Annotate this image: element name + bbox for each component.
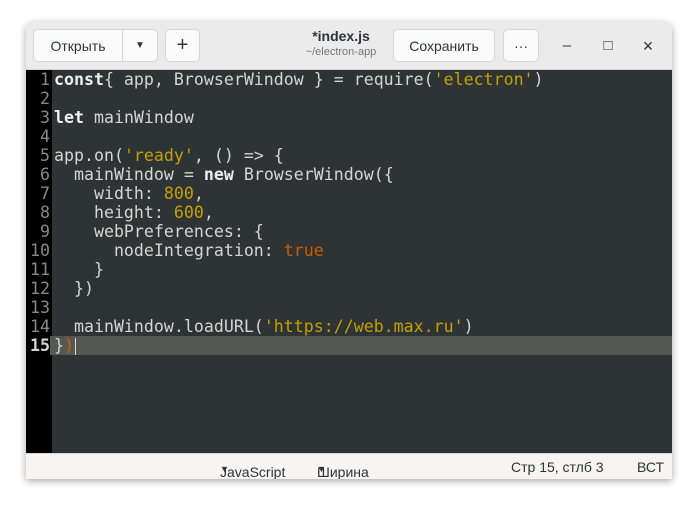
code-token: 'electron' — [433, 70, 534, 89]
code-token: 600 — [173, 203, 204, 222]
header-bar: Открыть ▼ + *index.js ~/electron-app Сох… — [26, 22, 672, 70]
line-number: 7 — [40, 184, 50, 203]
code-text: width: 800, — [54, 184, 204, 203]
code-token: , — [203, 203, 214, 222]
code-line[interactable]: 4 — [26, 127, 672, 146]
code-editor[interactable]: 1 const{ app, BrowserWindow } = require('… — [26, 70, 672, 453]
code-text: }) — [54, 279, 94, 298]
code-token: ) — [463, 317, 474, 336]
line-number: 14 — [30, 317, 50, 336]
code-token: { app, BrowserWindow } = require( — [103, 70, 434, 89]
editor-window: Открыть ▼ + *index.js ~/electron-app Сох… — [26, 22, 672, 479]
chevron-down-icon: ▼ — [135, 40, 145, 51]
code-line[interactable]: 8 height: 600, — [26, 203, 672, 222]
menu-button[interactable]: ··· — [503, 29, 539, 62]
code-token: } — [54, 260, 104, 279]
code-token: height: — [54, 203, 174, 222]
line-number: 11 — [30, 260, 50, 279]
code-text: } — [54, 260, 104, 279]
code-token: let — [54, 108, 84, 127]
line-number: 9 — [40, 222, 50, 241]
code-line[interactable]: 3 let mainWindow — [26, 108, 672, 127]
code-token: webPreferences: { — [54, 222, 264, 241]
code-token: app.on( — [54, 146, 124, 165]
code-text: nodeIntegration: true — [54, 241, 324, 260]
code-text: let mainWindow — [54, 108, 194, 127]
save-button[interactable]: Сохранить — [393, 29, 495, 62]
language-label: JavaScript — [220, 464, 286, 479]
minimize-button[interactable]: – — [557, 36, 577, 56]
code-token: true — [283, 241, 324, 260]
code-text: height: 600, — [54, 203, 214, 222]
code-token: BrowserWindow({ — [233, 165, 394, 184]
code-token: nodeIntegration: — [54, 241, 284, 260]
code-text: app.on('ready', () => { — [54, 146, 284, 165]
code-text: }) — [54, 336, 76, 355]
code-token: } — [54, 336, 64, 355]
cursor-position: Стр 15, стлб 3 — [511, 459, 604, 475]
tab-width-label: Ширина табуляции: 8 — [317, 464, 369, 479]
code-token: ) — [64, 336, 74, 355]
code-line[interactable]: 5 app.on('ready', () => { — [26, 146, 672, 165]
code-text: mainWindow = new BrowserWindow({ — [54, 165, 394, 184]
file-name: *index.js — [312, 28, 370, 44]
code-token: mainWindow.loadURL( — [54, 317, 264, 336]
code-line[interactable]: 6 mainWindow = new BrowserWindow({ — [26, 165, 672, 184]
code-token: mainWindow = — [54, 165, 204, 184]
open-button[interactable]: Открыть — [33, 29, 123, 62]
code-token: width: — [54, 184, 164, 203]
code-line[interactable]: 1 const{ app, BrowserWindow } = require('… — [26, 70, 672, 89]
plus-icon: + — [176, 34, 189, 56]
code-token: , — [193, 184, 204, 203]
line-number: 5 — [40, 146, 50, 165]
code-token: }) — [54, 279, 94, 298]
more-icon: ··· — [514, 37, 528, 54]
line-number: 12 — [30, 279, 50, 298]
code-line[interactable]: 9 webPreferences: { — [26, 222, 672, 241]
line-number: 13 — [30, 298, 50, 317]
code-token: 800 — [163, 184, 194, 203]
code-line[interactable]: 15}) — [26, 336, 672, 355]
chevron-down-icon: ▼ — [317, 464, 326, 474]
line-number: 3 — [40, 108, 50, 127]
code-text: mainWindow.loadURL('https://web.max.ru') — [54, 317, 474, 336]
code-text: const{ app, BrowserWindow } = require('e… — [54, 70, 544, 89]
open-dropdown-button[interactable]: ▼ — [122, 29, 158, 62]
line-number: 6 — [40, 165, 50, 184]
code-token: , () => { — [193, 146, 284, 165]
code-token: ) — [533, 70, 544, 89]
code-line[interactable]: 14 mainWindow.loadURL('https://web.max.r… — [26, 317, 672, 336]
line-number: 15 — [26, 336, 50, 355]
new-tab-button[interactable]: + — [165, 29, 200, 62]
line-number: 8 — [40, 203, 50, 222]
code-token: 'https://web.max.ru' — [263, 317, 464, 336]
code-line[interactable]: 12 }) — [26, 279, 672, 298]
insert-mode[interactable]: ВСТ — [637, 459, 664, 475]
maximize-button[interactable]: □ — [598, 36, 618, 56]
file-path: ~/electron-app — [305, 46, 377, 58]
code-token: 'ready' — [123, 146, 194, 165]
code-token: new — [203, 165, 234, 184]
line-number: 10 — [30, 241, 50, 260]
status-bar: JavaScript ▼ Ширина табуляции: 8 ▼ Стр 1… — [26, 453, 672, 479]
line-number: 1 — [40, 70, 50, 89]
line-number: 4 — [40, 127, 50, 146]
code-token: mainWindow — [83, 108, 194, 127]
code-line[interactable]: 10 nodeIntegration: true — [26, 241, 672, 260]
code-line[interactable]: 13 — [26, 298, 672, 317]
code-token: const — [54, 70, 104, 89]
text-cursor — [75, 338, 76, 355]
code-line[interactable]: 7 width: 800, — [26, 184, 672, 203]
code-line[interactable]: 2 — [26, 89, 672, 108]
window-title: *index.js ~/electron-app — [276, 28, 406, 58]
code-line[interactable]: 11 } — [26, 260, 672, 279]
chevron-down-icon: ▼ — [220, 464, 229, 474]
close-button[interactable]: × — [638, 36, 658, 56]
code-text: webPreferences: { — [54, 222, 264, 241]
line-number: 2 — [40, 89, 50, 108]
